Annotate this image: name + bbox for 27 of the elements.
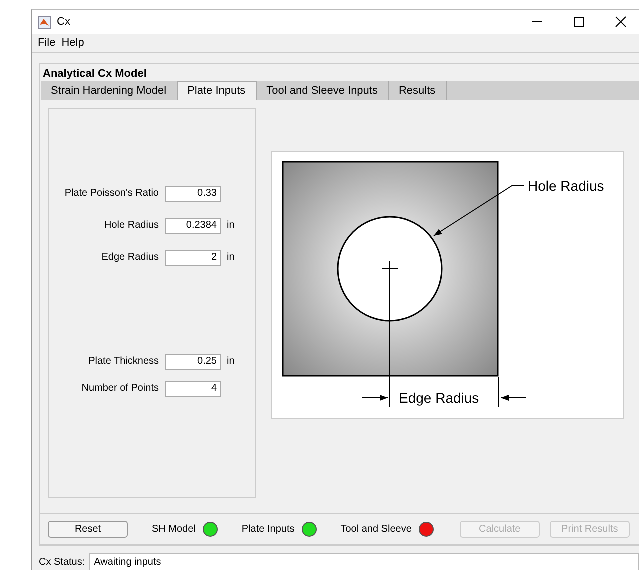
menu-item[interactable]: File (38, 37, 56, 49)
unit-label: in (226, 220, 235, 231)
input-field[interactable]: 0.2384 (165, 218, 221, 234)
reset-button[interactable]: Reset (48, 520, 128, 538)
indicator-label: SH Model (152, 524, 196, 534)
field-label: Plate Thickness (88, 356, 160, 367)
indicator-label: Tool and Sleeve (340, 524, 412, 534)
edge-radius-label: Edge Radius (399, 390, 480, 406)
panel-title: Analytical Cx Model (42, 67, 148, 81)
unit-label: in (226, 252, 235, 263)
indicator-label: Plate Inputs (242, 524, 295, 534)
field-label: Hole Radius (104, 220, 160, 231)
status-label: Cx Status: (39, 557, 86, 568)
menu-item[interactable]: Help (62, 37, 84, 49)
field-label: Edge Radius (100, 252, 160, 263)
input-field[interactable]: 0.33 (165, 186, 221, 202)
window-title: Cx (57, 16, 70, 28)
input-field[interactable]: 0.25 (165, 354, 221, 370)
field-label: Plate Poisson's Ratio (64, 188, 160, 199)
hole-radius-label: Hole Radius (528, 178, 604, 194)
status-field[interactable]: Awaiting inputs (89, 553, 639, 570)
tab[interactable]: Plate Inputs (178, 81, 257, 100)
input-field[interactable]: 4 (165, 380, 221, 396)
app-logo-icon (38, 16, 51, 28)
unit-label: in (226, 356, 235, 367)
field-label: Number of Points (80, 383, 160, 394)
input-field[interactable]: 2 (165, 250, 221, 266)
